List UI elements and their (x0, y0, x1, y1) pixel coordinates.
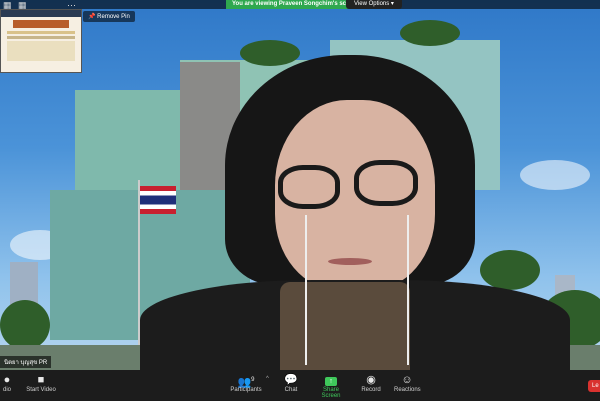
remove-pin-label: Remove Pin (97, 14, 130, 20)
sharing-banner: You are viewing Praveen Songchim's scree… (226, 0, 365, 9)
participants-button[interactable]: 👥9 Participants (228, 373, 264, 393)
remove-pin-button[interactable]: 📌 Remove Pin (83, 11, 135, 22)
pin-icon: 📌 (88, 14, 96, 20)
participant-name-tag: นิตยา บุญสุข PR (0, 356, 52, 368)
reactions-label: Reactions (394, 387, 421, 393)
share-screen-button[interactable]: ↑ Share Screen (314, 373, 348, 399)
thumbnail-body (7, 41, 75, 61)
rooftop-tree (400, 20, 460, 46)
chevron-up-icon[interactable]: ^ (266, 376, 269, 382)
thumbnail-line (7, 36, 75, 39)
glasses-lens-right (354, 160, 418, 206)
presenter-mouth (328, 258, 372, 265)
view-options-button[interactable]: View Options ▾ (346, 0, 402, 9)
thumbnail-header (1, 10, 81, 17)
participants-count: 9 (251, 377, 255, 383)
record-button[interactable]: ◉ Record (360, 373, 382, 393)
leave-button[interactable]: Le (588, 380, 600, 392)
record-label: Record (361, 387, 381, 393)
shared-screen-thumbnail[interactable] (0, 9, 82, 73)
reactions-icon: ☺ (401, 374, 413, 386)
start-video-label: Start Video (26, 387, 56, 393)
chat-button[interactable]: 💬 Chat (283, 373, 299, 393)
grid-view-icon[interactable]: ▦ (3, 1, 12, 10)
chat-label: Chat (284, 387, 298, 393)
thumbnail-title-block (13, 20, 69, 28)
gallery-icon[interactable]: ▦ (18, 1, 27, 10)
chevron-down-icon: ▾ (390, 1, 394, 7)
thai-flag (140, 186, 176, 214)
earphone-cable (407, 215, 409, 365)
cloud (520, 160, 590, 190)
audio-label: dio (2, 387, 11, 393)
shared-video-feed (0, 0, 600, 370)
thumbnail-line (7, 31, 75, 34)
meeting-toolbar: ● dio ■ Start Video 👥9 Participants ^ 💬 … (0, 370, 600, 401)
tree (480, 250, 540, 290)
share-screen-label: Share Screen (321, 387, 341, 399)
video-camera-icon: ■ (37, 374, 45, 386)
view-options-label: View Options (354, 1, 390, 7)
participants-label: Participants (230, 387, 262, 393)
reactions-button[interactable]: ☺ Reactions (394, 373, 421, 393)
glasses-lens-left (278, 165, 340, 209)
earphone-cable (305, 215, 307, 365)
microphone-icon: ● (3, 374, 11, 386)
presenter-shirt (280, 282, 410, 370)
participants-icon: 👥9 (237, 376, 255, 389)
share-screen-icon: ↑ (314, 373, 348, 387)
start-video-button[interactable]: ■ Start Video (24, 373, 58, 393)
more-icon[interactable]: ⋯ (67, 1, 76, 10)
record-icon: ◉ (366, 374, 376, 386)
audio-button[interactable]: ● dio (0, 373, 14, 393)
tree (0, 300, 50, 350)
chat-icon: 💬 (284, 374, 298, 386)
rooftop-tree (240, 40, 300, 66)
